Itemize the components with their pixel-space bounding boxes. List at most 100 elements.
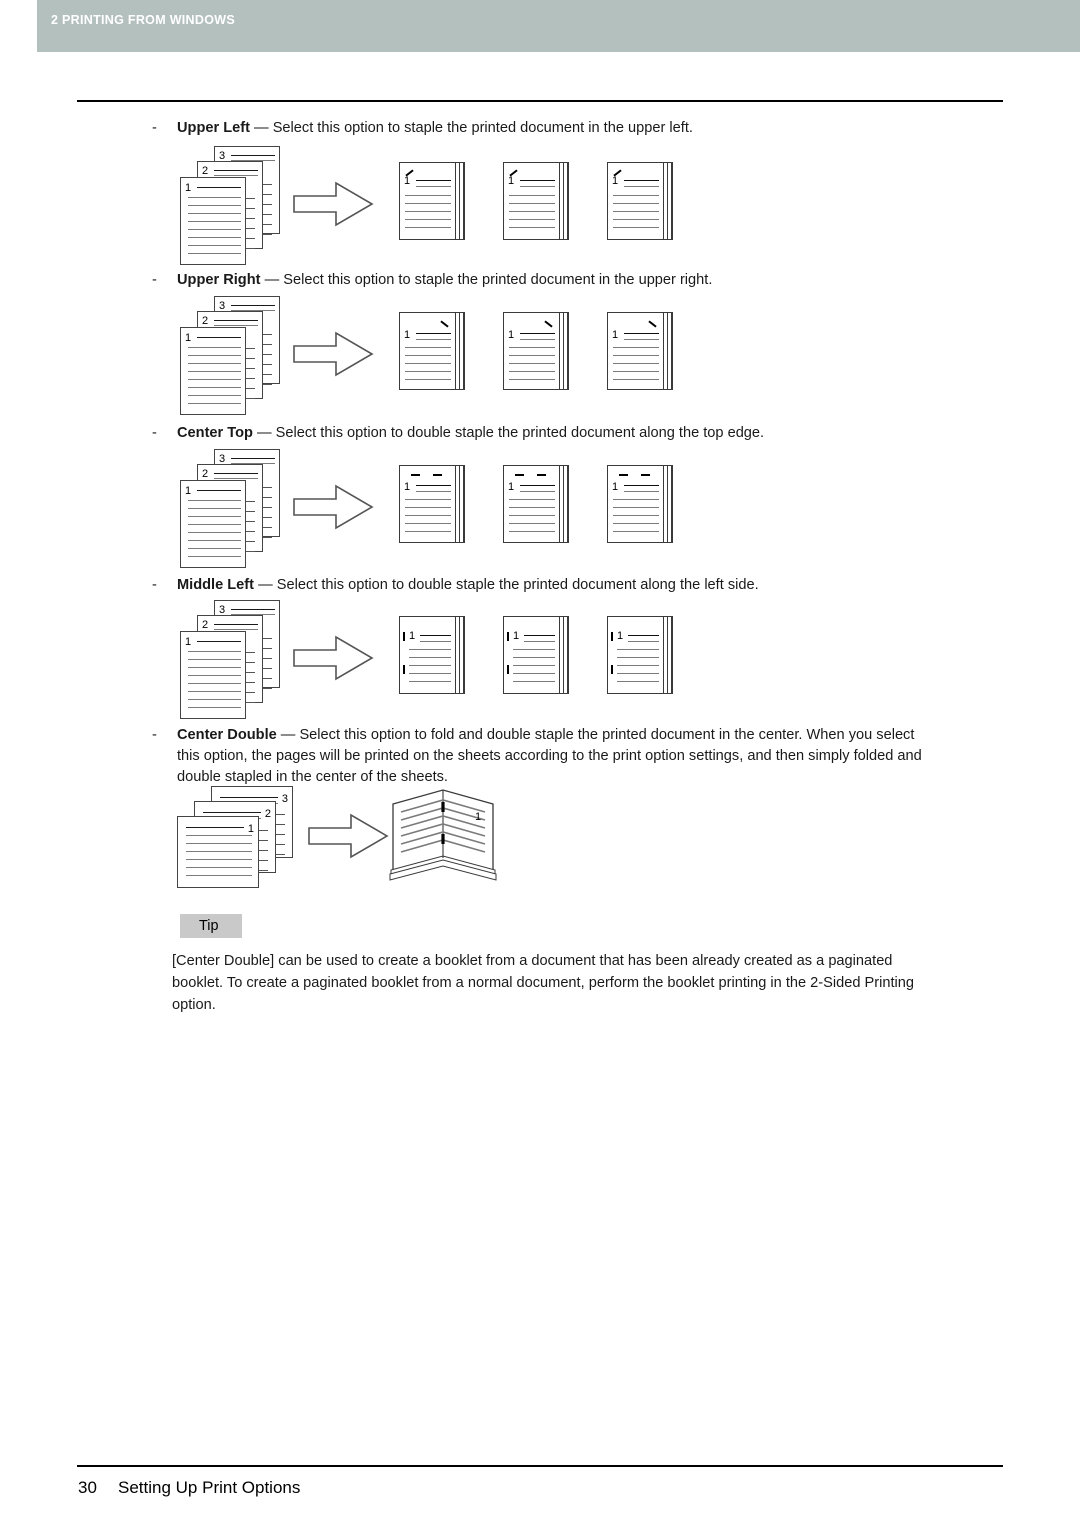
option-text-line-3: double stapled in the center of the shee… xyxy=(152,767,1004,788)
tip-line-3: option. xyxy=(172,997,216,1013)
diagram-upper-left: 3 2 1 1 1 1 xyxy=(178,146,698,265)
staple-icon xyxy=(403,665,405,674)
diagram-middle-left: 3 2 1 1 1 1 xyxy=(178,600,698,719)
source-page-1: 1 xyxy=(177,816,259,888)
tip-line-2: booklet. To create a paginated booklet f… xyxy=(172,975,915,991)
staple-icon xyxy=(507,632,509,641)
output-page-label: 1 xyxy=(617,630,624,642)
staple-icon xyxy=(611,632,613,641)
em-dash: — xyxy=(258,577,273,593)
booklet-page-label: 1 xyxy=(475,811,481,823)
bullet-dash: - xyxy=(152,120,157,136)
bottom-horizontal-rule xyxy=(77,1465,1003,1467)
output-page-label: 1 xyxy=(508,329,515,341)
output-page-label: 1 xyxy=(612,329,619,341)
running-header-title: 2 PRINTING FROM WINDOWS xyxy=(51,13,235,27)
bullet-dash: - xyxy=(152,727,157,743)
source-page-1-label: 1 xyxy=(185,332,192,344)
right-arrow-icon xyxy=(293,331,374,377)
tip-paragraph: [Center Double] can be used to create a … xyxy=(172,950,1010,1016)
option-body: Middle Left — Select this option to doub… xyxy=(177,577,759,593)
option-item-upper-left: - Upper Left — Select this option to sta… xyxy=(152,118,1004,139)
booklet-graphic: 1 xyxy=(389,789,497,881)
option-text-line: - Upper Right — Select this option to st… xyxy=(152,270,1004,291)
option-description: Select this option to double staple the … xyxy=(275,425,765,441)
option-description-line-1: Select this option to fold and double st… xyxy=(299,727,915,743)
footer-page-number: 30 xyxy=(78,1478,97,1497)
staple-icon xyxy=(537,474,546,476)
option-text-line: - Upper Left — Select this option to sta… xyxy=(152,118,1004,139)
output-page-label: 1 xyxy=(404,329,411,341)
option-text-line: - Center Top — Select this option to dou… xyxy=(152,423,1004,444)
option-term: Center Top xyxy=(177,425,253,441)
top-horizontal-rule xyxy=(77,100,1003,102)
option-term: Middle Left xyxy=(177,577,255,593)
option-description: Select this option to staple the printed… xyxy=(272,120,693,136)
output-page-label: 1 xyxy=(404,175,411,187)
output-page-label: 1 xyxy=(612,481,619,493)
staple-icon xyxy=(411,474,420,476)
em-dash: — xyxy=(264,272,280,288)
source-page-2-label: 2 xyxy=(202,468,209,480)
option-item-upper-right: - Upper Right — Select this option to st… xyxy=(152,270,1004,291)
right-arrow-icon xyxy=(308,813,389,859)
option-body: Upper Left — Select this option to stapl… xyxy=(177,120,693,136)
diagram-upper-right: 3 2 1 1 1 1 xyxy=(178,296,698,415)
source-page-1-label: 1 xyxy=(185,485,192,497)
tip-label-box: Tip xyxy=(180,914,242,938)
em-dash: — xyxy=(254,120,269,136)
option-text-line: - Middle Left — Select this option to do… xyxy=(152,575,1004,596)
option-item-middle-left: - Middle Left — Select this option to do… xyxy=(152,575,1004,596)
output-page-label: 1 xyxy=(513,630,520,642)
source-page-1-label: 1 xyxy=(185,182,192,194)
option-term: Center Double xyxy=(177,727,277,743)
option-description-line-3: double stapled in the center of the shee… xyxy=(177,769,448,785)
source-page-2-label: 2 xyxy=(264,808,271,820)
option-description: Select this option to double staple the … xyxy=(276,577,759,593)
option-description: Select this option to staple the printed… xyxy=(283,272,713,288)
staple-icon xyxy=(611,665,613,674)
output-page-label: 1 xyxy=(508,481,515,493)
staple-icon xyxy=(507,665,509,674)
option-body: Center Top — Select this option to doubl… xyxy=(177,425,764,441)
output-page-label: 1 xyxy=(404,481,411,493)
source-page-1: 1 xyxy=(180,177,246,265)
option-term: Upper Left xyxy=(177,120,250,136)
bullet-dash: - xyxy=(152,272,157,288)
staple-icon xyxy=(433,474,442,476)
option-text-line-2: this option, the pages will be printed o… xyxy=(152,746,1004,767)
source-page-3-label: 3 xyxy=(281,793,288,805)
staple-icon xyxy=(619,474,628,476)
em-dash: — xyxy=(280,727,296,743)
source-page-2-label: 2 xyxy=(202,165,209,177)
tip-line-1: [Center Double] can be used to create a … xyxy=(172,953,893,969)
option-text-line-1: - Center Double — Select this option to … xyxy=(152,725,1004,746)
right-arrow-icon xyxy=(293,484,374,530)
source-page-1: 1 xyxy=(180,327,246,415)
output-page-label: 1 xyxy=(508,175,515,187)
bullet-dash: - xyxy=(152,425,157,441)
option-body: Upper Right — Select this option to stap… xyxy=(177,272,712,288)
option-item-center-double: - Center Double — Select this option to … xyxy=(152,725,1004,788)
tip-label: Tip xyxy=(199,918,219,934)
diagram-center-top: 3 2 1 1 1 1 xyxy=(178,449,698,568)
em-dash: — xyxy=(257,425,272,441)
output-page-label: 1 xyxy=(612,175,619,187)
option-term: Upper Right xyxy=(177,272,261,288)
source-page-1: 1 xyxy=(180,480,246,568)
footer-section-title: Setting Up Print Options xyxy=(118,1478,301,1497)
source-page-1-label: 1 xyxy=(247,823,254,835)
source-page-1-label: 1 xyxy=(185,636,192,648)
diagram-center-double: 3 2 1 1 xyxy=(175,786,505,896)
option-body: Center Double — Select this option to fo… xyxy=(177,727,914,743)
staple-icon xyxy=(515,474,524,476)
source-page-2-label: 2 xyxy=(202,619,209,631)
source-page-1: 1 xyxy=(180,631,246,719)
source-page-2-label: 2 xyxy=(202,315,209,327)
output-page-label: 1 xyxy=(409,630,416,642)
right-arrow-icon xyxy=(293,181,374,227)
staple-icon xyxy=(403,632,405,641)
option-item-center-top: - Center Top — Select this option to dou… xyxy=(152,423,1004,444)
staple-icon xyxy=(641,474,650,476)
page-footer: 30 Setting Up Print Options xyxy=(78,1478,300,1498)
